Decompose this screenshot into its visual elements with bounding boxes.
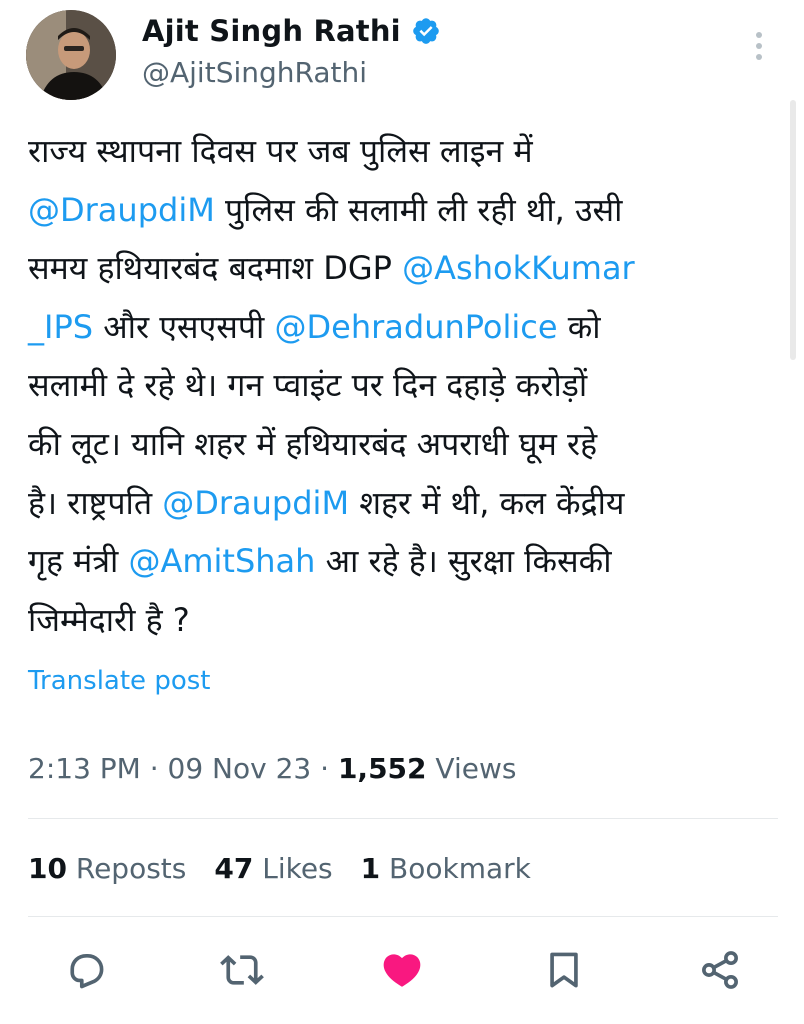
- scrollbar[interactable]: [790, 100, 796, 360]
- tweet-line: _IPS और एसएसपी @DehradunPolice को: [28, 298, 773, 357]
- author-handle[interactable]: @AjitSinghRathi: [142, 56, 367, 89]
- tweet-text: राज्य स्थापना दिवस पर जब पुलिस लाइन में @…: [28, 122, 773, 649]
- tweet-text-segment: और एसएसपी: [93, 307, 275, 346]
- bookmark-icon[interactable]: [542, 948, 586, 992]
- tweet-line: की लूट। यानि शहर में हथियारबंद अपराधी घू…: [28, 415, 773, 474]
- divider: [28, 916, 778, 917]
- tweet-line: है। राष्ट्रपति @DraupdiM शहर में थी, कल …: [28, 474, 773, 533]
- bookmarks-count: 1: [360, 852, 381, 885]
- likes-count: 47: [214, 852, 254, 885]
- tweet-text-segment: की लूट। यानि शहर में हथियारबंद अपराधी घू…: [28, 424, 598, 463]
- action-bar: [0, 948, 804, 998]
- mention-link[interactable]: @AmitShah: [128, 542, 315, 580]
- bookmarks-label: Bookmark: [380, 852, 531, 885]
- tweet-text-segment: है। राष्ट्रपति: [28, 483, 163, 522]
- meta-separator: ·: [140, 752, 168, 785]
- mention-link[interactable]: @DehradunPolice: [275, 308, 558, 346]
- mention-link[interactable]: @DraupdiM: [162, 484, 349, 522]
- tweet-line: जिम्मेदारी है ?: [28, 591, 773, 650]
- mention-link[interactable]: @AshokKumar: [402, 249, 635, 287]
- tweet-text-segment: राज्य स्थापना दिवस पर जब पुलिस लाइन में: [28, 132, 533, 170]
- mention-link[interactable]: @DraupdiM: [28, 191, 215, 229]
- more-options-icon[interactable]: [746, 28, 772, 64]
- tweet-text-segment: पुलिस की सलामी ली रही थी, उसी: [214, 190, 623, 229]
- tweet-text-segment: शहर में थी, कल केंद्रीय: [349, 483, 625, 522]
- tweet-line: राज्य स्थापना दिवस पर जब पुलिस लाइन में: [28, 122, 773, 181]
- share-icon[interactable]: [698, 948, 742, 992]
- tweet-meta: 2:13 PM · 09 Nov 23 · 1,552 Views: [28, 752, 516, 785]
- tweet-line: @DraupdiM पुलिस की सलामी ली रही थी, उसी: [28, 181, 773, 240]
- author-name[interactable]: Ajit Singh Rathi: [142, 14, 401, 48]
- verified-badge-icon: [413, 18, 439, 44]
- views-label: Views: [426, 752, 517, 785]
- meta-separator: ·: [311, 752, 338, 785]
- engagement-stats: 10 Reposts 47 Likes 1 Bookmark: [28, 852, 531, 885]
- tweet-text-segment: समय हथियारबंद बदमाश DGP: [28, 249, 403, 288]
- tweet-text-segment: गृह मंत्री: [28, 542, 129, 581]
- divider: [28, 818, 778, 819]
- likes-stat[interactable]: 47 Likes: [214, 852, 332, 885]
- reply-icon[interactable]: [64, 948, 108, 992]
- tweet-date[interactable]: 09 Nov 23: [168, 752, 312, 785]
- likes-label: Likes: [253, 852, 333, 885]
- reposts-label: Reposts: [66, 852, 187, 885]
- translate-post-link[interactable]: Translate post: [28, 666, 210, 696]
- mention-link[interactable]: _IPS: [28, 308, 93, 346]
- tweet-time[interactable]: 2:13 PM: [28, 752, 141, 785]
- views-count: 1,552: [337, 752, 427, 785]
- tweet-text-segment: को: [557, 307, 601, 346]
- tweet-text-segment: जिम्मेदारी है ?: [28, 600, 190, 639]
- tweet-text-segment: सलामी दे रहे थे। गन प्वाइंट पर दिन दहाड़…: [28, 366, 588, 405]
- reposts-stat[interactable]: 10 Reposts: [28, 852, 186, 885]
- reposts-count: 10: [28, 852, 67, 885]
- tweet-text-segment: आ रहे है। सुरक्षा किसकी: [315, 542, 612, 581]
- tweet-line: गृह मंत्री @AmitShah आ रहे है। सुरक्षा क…: [28, 532, 773, 591]
- tweet-line: सलामी दे रहे थे। गन प्वाइंट पर दिन दहाड़…: [28, 356, 773, 415]
- repost-icon[interactable]: [220, 948, 264, 992]
- like-icon[interactable]: [380, 948, 424, 992]
- author-avatar[interactable]: [26, 10, 116, 100]
- bookmarks-stat[interactable]: 1 Bookmark: [361, 852, 531, 885]
- tweet-line: समय हथियारबंद बदमाश DGP @AshokKumar: [28, 239, 773, 298]
